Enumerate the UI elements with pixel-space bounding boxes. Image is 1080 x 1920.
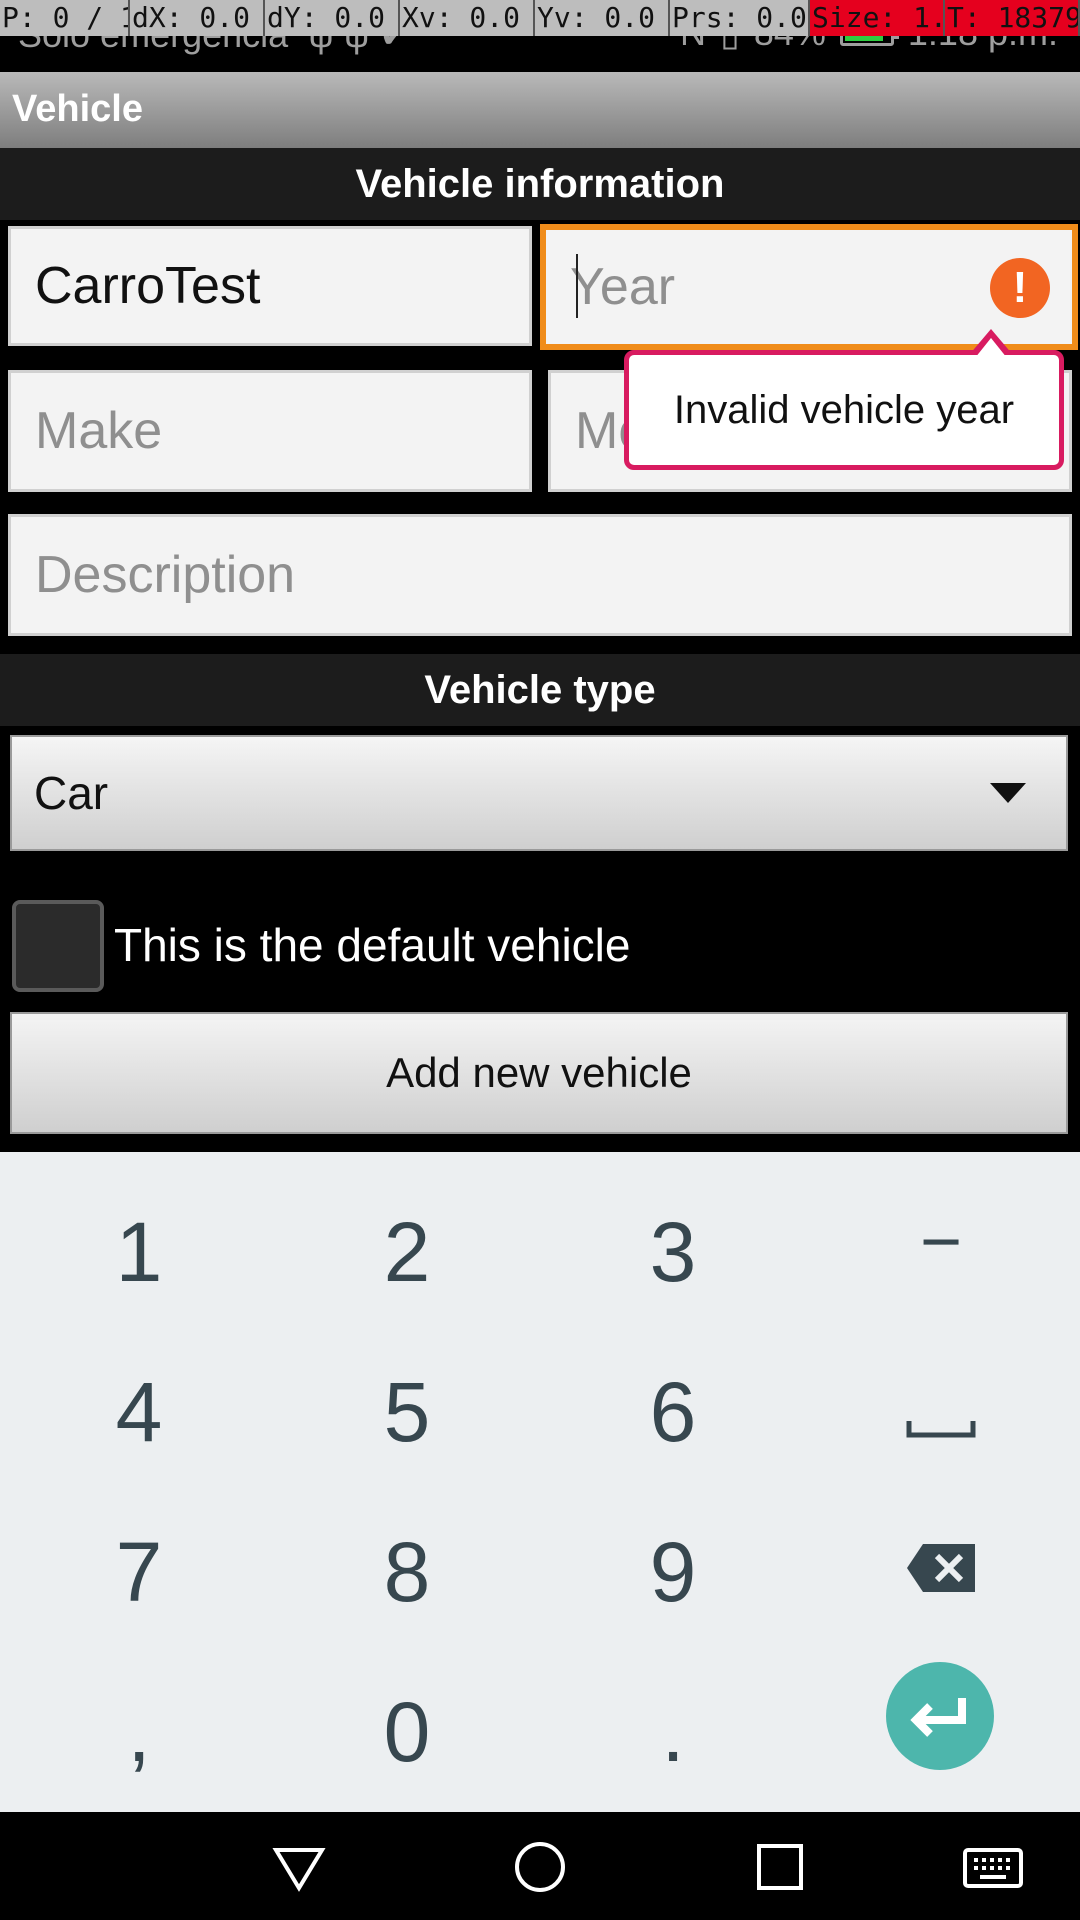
- app-bar: Vehicle: [0, 72, 1080, 148]
- key-9[interactable]: 9: [538, 1492, 808, 1652]
- recents-nav-icon[interactable]: [753, 1840, 807, 1894]
- debug-prs: Prs: 0.0: [670, 0, 810, 36]
- vehicle-name-input[interactable]: [35, 256, 529, 316]
- pointer-debug-overlay: P: 0 / 1 dX: 0.0 dY: 0.0 Xv: 0.0 Yv: 0.0…: [0, 0, 1080, 36]
- key-minus[interactable]: −: [806, 1162, 1076, 1322]
- debug-pointer: P: 0 / 1: [2, 0, 130, 36]
- key-7[interactable]: 7: [4, 1492, 274, 1652]
- section-header-vehicle-type: Vehicle type: [0, 654, 1080, 726]
- section-header-vehicle-information: Vehicle information: [0, 148, 1080, 220]
- vehicle-type-selected: Car: [34, 767, 109, 819]
- space-icon: [906, 1421, 976, 1438]
- vehicle-make-field[interactable]: [8, 370, 532, 492]
- keyboard-nav-icon[interactable]: [962, 1840, 1024, 1894]
- navigation-bar: [0, 1812, 1080, 1920]
- debug-size: Size: 1.0: [810, 0, 945, 36]
- key-comma[interactable]: ,: [4, 1652, 274, 1812]
- enter-key[interactable]: [886, 1662, 994, 1770]
- vehicle-type-dropdown[interactable]: Car: [10, 735, 1068, 851]
- debug-time: T: 183797: [945, 0, 1080, 36]
- home-nav-icon[interactable]: [513, 1840, 567, 1894]
- debug-xv: Xv: 0.0: [400, 0, 535, 36]
- default-vehicle-checkbox[interactable]: [12, 900, 104, 992]
- numeric-keyboard: 1 2 3 − 4 5 6 7 8 9 , 0 .: [0, 1152, 1080, 1812]
- key-8[interactable]: 8: [272, 1492, 542, 1652]
- debug-dy: dY: 0.0: [265, 0, 400, 36]
- key-period[interactable]: .: [538, 1652, 808, 1812]
- vehicle-name-field[interactable]: [8, 226, 532, 346]
- key-0[interactable]: 0: [272, 1652, 542, 1812]
- error-icon: !: [990, 258, 1050, 318]
- vehicle-description-input[interactable]: [35, 545, 1069, 605]
- text-caret: [576, 254, 578, 318]
- dropdown-arrow-icon: [990, 783, 1026, 803]
- key-2[interactable]: 2: [272, 1172, 542, 1332]
- default-vehicle-label[interactable]: This is the default vehicle: [114, 918, 631, 972]
- key-1[interactable]: 1: [4, 1172, 274, 1332]
- key-5[interactable]: 5: [272, 1332, 542, 1492]
- backspace-key[interactable]: [905, 1542, 977, 1594]
- backspace-icon: [907, 1544, 975, 1592]
- vehicle-description-field[interactable]: [8, 514, 1072, 636]
- key-4[interactable]: 4: [4, 1332, 274, 1492]
- debug-dx: dX: 0.0: [130, 0, 265, 36]
- key-3[interactable]: 3: [538, 1172, 808, 1332]
- key-6[interactable]: 6: [538, 1332, 808, 1492]
- back-nav-icon[interactable]: [272, 1840, 326, 1894]
- error-tooltip: Invalid vehicle year: [624, 329, 1064, 470]
- page-title: Vehicle: [12, 88, 143, 130]
- enter-icon: [910, 1698, 966, 1737]
- key-space[interactable]: [806, 1332, 1076, 1492]
- debug-yv: Yv: 0.0: [535, 0, 670, 36]
- vehicle-make-input[interactable]: [35, 401, 529, 461]
- add-new-vehicle-button[interactable]: Add new vehicle: [10, 1012, 1068, 1134]
